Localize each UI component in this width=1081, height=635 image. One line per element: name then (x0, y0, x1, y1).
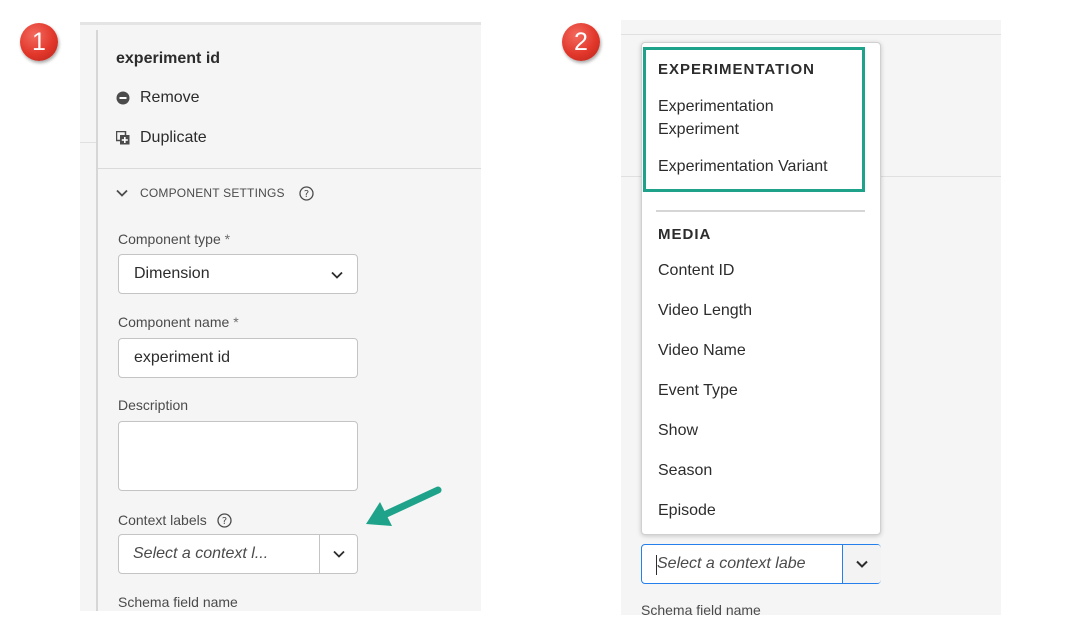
remove-label: Remove (140, 89, 200, 106)
menu-item-video-name[interactable]: Video Name (658, 342, 746, 360)
step-1-badge: 1 (20, 23, 58, 61)
help-icon[interactable]: ? (217, 512, 232, 528)
duplicate-label: Duplicate (140, 129, 207, 146)
svg-text:?: ? (222, 516, 227, 527)
help-icon[interactable]: ? (299, 185, 314, 201)
menu-item-season[interactable]: Season (658, 462, 712, 480)
highlight-box (643, 47, 865, 192)
step-2-badge: 2 (562, 23, 600, 61)
description-textarea[interactable] (118, 421, 358, 491)
section-title: COMPONENT SETTINGS (140, 186, 285, 200)
remove-action[interactable]: Remove (116, 86, 200, 110)
component-settings-toggle[interactable]: COMPONENT SETTINGS ? (116, 182, 314, 204)
menu-group-divider (656, 210, 865, 212)
duplicate-icon (116, 131, 130, 145)
menu-group-header: MEDIA (658, 226, 712, 243)
component-type-select[interactable]: Dimension (118, 254, 358, 294)
context-labels-placeholder-clip: Select a context labe (657, 555, 837, 577)
outer-divider (80, 142, 96, 143)
context-labels-placeholder: Select a context l... (133, 545, 269, 562)
context-labels-dropdown-button[interactable] (843, 545, 881, 583)
chevron-down-icon (856, 560, 868, 568)
menu-item-episode[interactable]: Episode (658, 502, 716, 520)
component-name-value: experiment id (134, 349, 231, 366)
context-labels-combobox[interactable]: Select a context labe (641, 544, 881, 584)
menu-item-show[interactable]: Show (658, 422, 698, 440)
component-heading: experiment id (116, 50, 221, 67)
component-name-label: Component name * (118, 314, 239, 330)
schema-field-name-label: Schema field name (118, 594, 238, 610)
chevron-down-icon (333, 550, 345, 558)
description-label: Description (118, 397, 189, 413)
menu-item-event-type[interactable]: Event Type (658, 382, 738, 400)
context-labels-combobox[interactable]: Select a context l... (118, 534, 358, 574)
panel-left-rule (96, 30, 98, 611)
context-labels-label-row: Context labels ? (118, 510, 232, 530)
remove-icon (116, 91, 130, 105)
arrow-pointer-icon (366, 486, 442, 526)
section-divider (98, 168, 481, 169)
panel-top-divider (621, 34, 1001, 35)
component-type-label: Component type * (118, 231, 231, 247)
context-labels-label: Context labels (118, 512, 207, 528)
schema-field-name-label: Schema field name (641, 602, 761, 615)
chevron-down-icon (116, 189, 128, 197)
context-labels-placeholder: Select a context labe (657, 555, 806, 572)
menu-item-video-length[interactable]: Video Length (658, 302, 752, 320)
menu-item-content-id[interactable]: Content ID (658, 262, 734, 280)
chevron-down-icon (331, 271, 343, 279)
duplicate-action[interactable]: Duplicate (116, 126, 207, 150)
context-labels-dropdown-button[interactable] (320, 535, 358, 573)
panel-top-border (80, 22, 481, 25)
svg-text:?: ? (304, 189, 309, 200)
component-name-input[interactable]: experiment id (118, 338, 358, 378)
component-type-value: Dimension (134, 265, 210, 282)
